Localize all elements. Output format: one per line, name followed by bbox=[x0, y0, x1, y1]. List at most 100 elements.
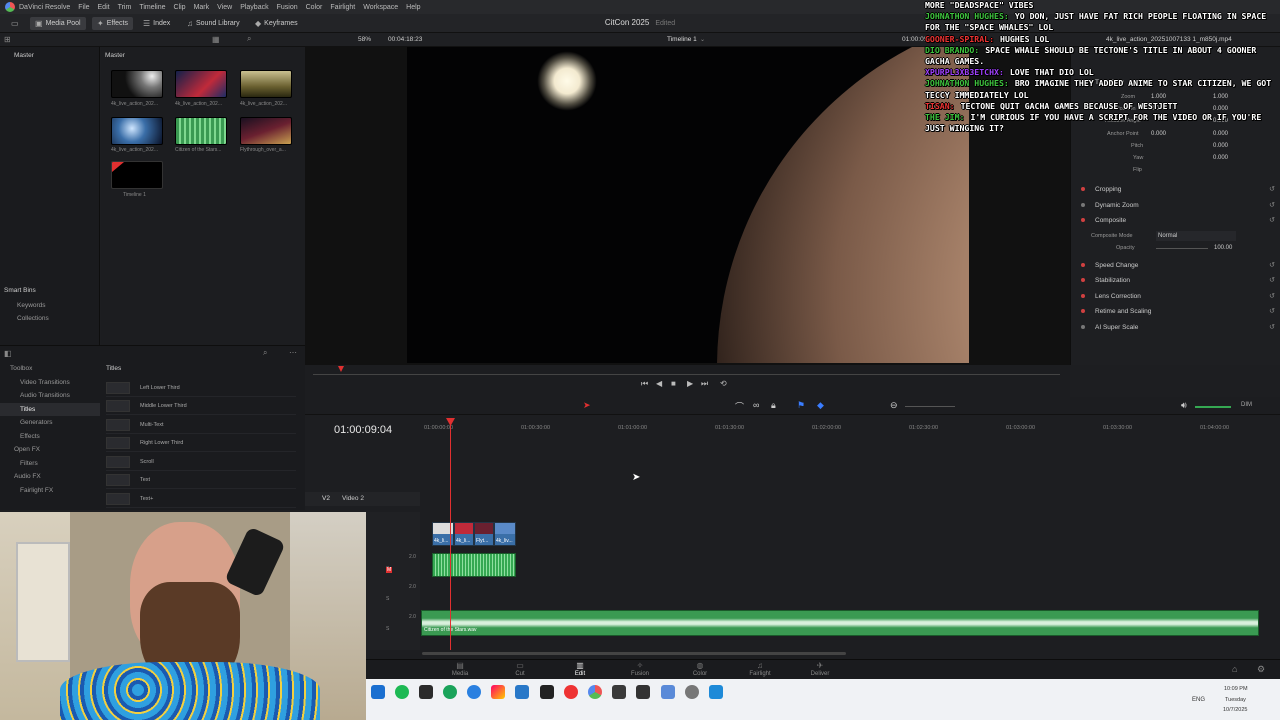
audio-clip[interactable]: Citizen of the Stars.wav bbox=[421, 610, 1259, 636]
reset-icon[interactable]: ↺ bbox=[1255, 292, 1275, 300]
menu-trim[interactable]: Trim bbox=[118, 4, 132, 11]
menu-playback[interactable]: Playback bbox=[240, 4, 268, 11]
reset-icon[interactable]: ↺ bbox=[1255, 307, 1275, 315]
app-icon[interactable] bbox=[564, 685, 578, 699]
viewer-zoom[interactable]: 58% bbox=[358, 36, 371, 43]
list-view-icon[interactable]: ⊞ bbox=[4, 35, 11, 44]
search-icon[interactable]: ⌕ bbox=[247, 34, 251, 44]
audio-clip[interactable] bbox=[432, 553, 516, 577]
solo-button[interactable]: S bbox=[386, 626, 389, 632]
viewer-scrubber[interactable] bbox=[313, 374, 1060, 375]
timeline-ruler[interactable]: 01:00:00:00 01:00:30:00 01:01:00:00 01:0… bbox=[420, 420, 1280, 436]
app-icon[interactable] bbox=[540, 685, 554, 699]
reset-icon[interactable]: ↺ bbox=[1255, 201, 1275, 209]
deliver-page-button[interactable]: ✈ Deliver bbox=[800, 661, 840, 677]
app-icon[interactable] bbox=[467, 685, 481, 699]
open-fx-category[interactable]: Open FX bbox=[0, 443, 100, 457]
panel-toggle-icon[interactable]: ◧ bbox=[4, 349, 12, 358]
timeline-playhead[interactable] bbox=[450, 418, 451, 650]
title-template-item[interactable]: Right Lower Third bbox=[106, 434, 296, 452]
sound-library-button[interactable]: ♫ Sound Library bbox=[182, 17, 245, 30]
app-icon[interactable] bbox=[709, 685, 723, 699]
timeline-thumbnail[interactable] bbox=[111, 161, 163, 189]
effects-category[interactable]: Effects bbox=[0, 430, 100, 444]
video-clip[interactable]: Flyt... bbox=[474, 522, 494, 546]
viewer-playhead[interactable] bbox=[338, 366, 344, 372]
title-template-item[interactable]: Text bbox=[106, 471, 296, 489]
davinci-resolve-icon[interactable] bbox=[588, 685, 602, 699]
index-button[interactable]: ☰ Index bbox=[138, 17, 175, 30]
opacity-slider[interactable] bbox=[1156, 248, 1208, 249]
toolbox-category[interactable]: Toolbox bbox=[0, 362, 100, 376]
title-template-item[interactable]: Multi-Text bbox=[106, 416, 296, 434]
media-clip-thumbnail[interactable] bbox=[175, 70, 227, 98]
volume-slider[interactable] bbox=[1195, 406, 1231, 408]
media-clip-thumbnail[interactable] bbox=[240, 70, 292, 98]
enable-toggle-icon[interactable] bbox=[1081, 325, 1085, 329]
menu-file[interactable]: File bbox=[78, 4, 89, 11]
lens-correction-section[interactable]: Lens Correction ↺ bbox=[1075, 289, 1275, 303]
app-icon[interactable] bbox=[371, 685, 385, 699]
stabilization-section[interactable]: Stabilization ↺ bbox=[1075, 273, 1275, 287]
audio-clip-thumbnail[interactable] bbox=[175, 117, 227, 145]
fusion-page-button[interactable]: ✧ Fusion bbox=[620, 661, 660, 677]
enable-toggle-icon[interactable] bbox=[1081, 294, 1085, 298]
menu-timeline[interactable]: Timeline bbox=[139, 4, 165, 11]
title-template-item[interactable]: Scroll bbox=[106, 453, 296, 471]
reset-icon[interactable]: ↺ bbox=[1255, 216, 1275, 224]
title-template-item[interactable]: Middle Lower Third bbox=[106, 397, 296, 415]
opacity-field[interactable]: 100.00 bbox=[1214, 245, 1232, 251]
marker-icon[interactable]: ◆ bbox=[817, 400, 824, 411]
fairlight-fx-category[interactable]: Fairlight FX bbox=[0, 484, 100, 498]
enable-toggle-icon[interactable] bbox=[1081, 278, 1085, 282]
audio-fx-category[interactable]: Audio FX bbox=[0, 470, 100, 484]
ai-super-scale-section[interactable]: AI Super Scale ↺ bbox=[1075, 320, 1275, 334]
skip-start-icon[interactable]: ⏮ bbox=[641, 379, 648, 389]
menu-edit[interactable]: Edit bbox=[98, 4, 110, 11]
title-template-item[interactable]: Text+ bbox=[106, 490, 296, 508]
solo-button[interactable]: S bbox=[386, 596, 389, 602]
linked-selection-icon[interactable]: ∞ bbox=[753, 400, 759, 410]
chevron-down-icon[interactable]: ⌄ bbox=[700, 36, 705, 43]
fairlight-page-button[interactable]: ♫ Fairlight bbox=[740, 661, 780, 677]
media-clip-thumbnail[interactable] bbox=[240, 117, 292, 145]
video-transitions-category[interactable]: Video Transitions bbox=[0, 376, 100, 390]
timeline-zoom-slider[interactable] bbox=[905, 406, 955, 407]
audio-transitions-category[interactable]: Audio Transitions bbox=[0, 389, 100, 403]
play-icon[interactable]: ▶ bbox=[687, 379, 693, 388]
play-reverse-icon[interactable]: ◀ bbox=[656, 379, 662, 388]
spotify-icon[interactable] bbox=[395, 685, 409, 699]
workspace-toggle-icon[interactable]: ▭ bbox=[6, 17, 24, 30]
dim-button[interactable]: DIM bbox=[1241, 402, 1252, 408]
media-page-button[interactable]: ▤ Media bbox=[440, 661, 480, 677]
track-header-v2[interactable]: V2 Video 2 bbox=[305, 492, 420, 506]
skip-end-icon[interactable]: ⏭ bbox=[701, 379, 708, 389]
composite-mode-select[interactable]: Normal bbox=[1156, 231, 1236, 241]
menu-fusion[interactable]: Fusion bbox=[277, 4, 298, 11]
thumbnail-view-icon[interactable]: ▦ bbox=[212, 35, 220, 44]
cropping-section[interactable]: Cropping ↺ bbox=[1075, 182, 1275, 196]
menu-view[interactable]: View bbox=[217, 4, 232, 11]
app-icon[interactable] bbox=[491, 685, 505, 699]
title-template-item[interactable]: Left Lower Third bbox=[106, 379, 296, 397]
snapping-icon[interactable]: ⌒ bbox=[735, 400, 744, 413]
video-clip[interactable]: 4k_li... bbox=[454, 522, 474, 546]
collections-bin[interactable]: Collections bbox=[17, 315, 49, 322]
app-icon[interactable] bbox=[419, 685, 433, 699]
reset-icon[interactable]: ↺ bbox=[1255, 261, 1275, 269]
media-clip-thumbnail[interactable] bbox=[111, 70, 163, 98]
loop-icon[interactable]: ⟲ bbox=[720, 379, 727, 388]
reset-icon[interactable]: ↺ bbox=[1255, 323, 1275, 331]
clock-time[interactable]: 10:09 PM bbox=[1224, 686, 1248, 692]
search-icon[interactable]: ⌕ bbox=[263, 348, 267, 358]
menu-app[interactable]: DaVinci Resolve bbox=[19, 4, 70, 11]
mute-active-button[interactable]: M bbox=[386, 567, 393, 573]
video-clip[interactable]: 4k_liv... bbox=[494, 522, 516, 546]
keywords-bin[interactable]: Keywords bbox=[17, 302, 46, 309]
home-icon[interactable]: ⌂ bbox=[1232, 664, 1237, 674]
enable-toggle-icon[interactable] bbox=[1081, 309, 1085, 313]
app-icon[interactable] bbox=[612, 685, 626, 699]
menu-color[interactable]: Color bbox=[306, 4, 323, 11]
language-indicator[interactable]: ENG bbox=[1192, 697, 1205, 703]
cut-page-button[interactable]: ▭ Cut bbox=[500, 661, 540, 677]
